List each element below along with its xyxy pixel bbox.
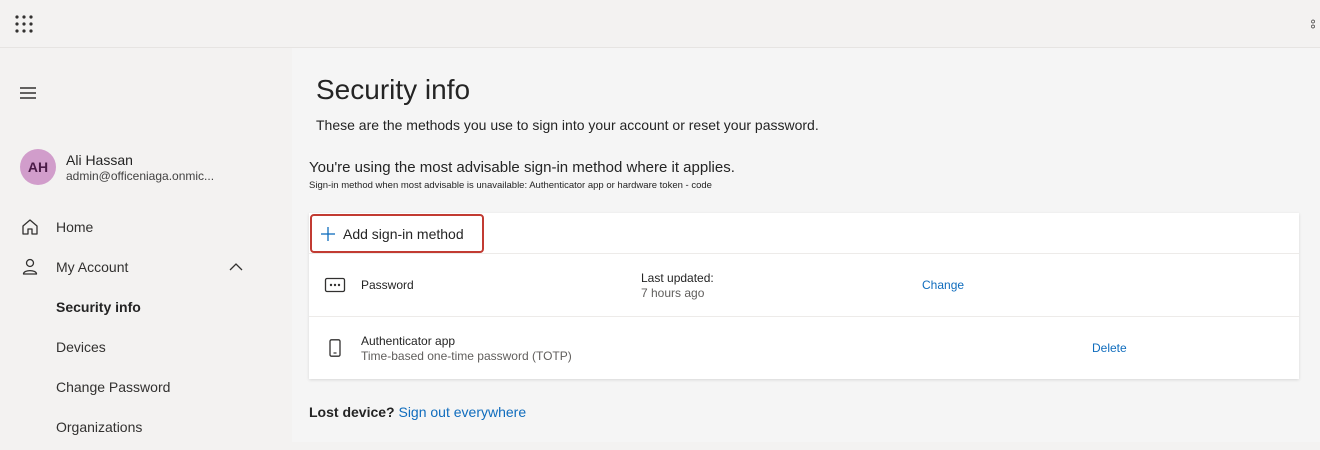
sidebar-item-my-account[interactable]: My Account — [0, 247, 292, 287]
chevron-up-icon[interactable] — [228, 259, 244, 275]
hamburger-icon[interactable] — [18, 84, 40, 102]
home-icon — [22, 219, 38, 235]
phone-icon — [329, 339, 341, 357]
change-password-link[interactable]: Change — [922, 278, 964, 292]
delete-authenticator-link[interactable]: Delete — [1092, 341, 1127, 355]
add-sign-in-method-button[interactable]: Add sign-in method — [310, 214, 484, 253]
method-detail: Time-based one-time password (TOTP) — [361, 349, 572, 363]
avatar: AH — [20, 149, 56, 185]
sidebar-item-label: Organizations — [56, 419, 143, 435]
last-updated-value: 7 hours ago — [641, 286, 705, 300]
sidebar-item-organizations[interactable]: Organizations — [0, 407, 292, 447]
password-dots-icon — [324, 277, 346, 293]
sidebar-item-label: Change Password — [56, 379, 171, 395]
methods-card: Add sign-in method Password Last updated… — [309, 213, 1299, 379]
top-bar — [0, 0, 1320, 48]
sidebar-item-devices[interactable]: Devices — [0, 327, 292, 367]
plus-icon — [321, 227, 335, 241]
add-method-label: Add sign-in method — [343, 226, 464, 242]
sidebar-item-label: Devices — [56, 339, 106, 355]
profile-name: Ali Hassan — [66, 152, 133, 168]
share-icon[interactable] — [1310, 15, 1320, 33]
person-icon — [22, 258, 38, 275]
sidebar-item-change-password[interactable]: Change Password — [0, 367, 292, 407]
sidebar-item-label: Home — [56, 219, 94, 235]
method-name: Password — [361, 278, 414, 292]
page-title: Security info — [316, 74, 471, 105]
advisable-message: You're using the most advisable sign-in … — [309, 159, 735, 176]
advisable-note: Sign-in method when most advisable is un… — [309, 180, 712, 191]
main-content: Security info These are the methods you … — [292, 48, 1320, 442]
lost-device-label: Lost device? — [309, 404, 395, 420]
method-name: Authenticator app — [361, 334, 456, 348]
lost-device-line: Lost device? Sign out everywhere — [309, 404, 526, 420]
last-updated-label: Last updated: — [641, 271, 714, 285]
sign-out-everywhere-link[interactable]: Sign out everywhere — [398, 404, 526, 420]
method-row-password: Password Last updated: 7 hours ago Chang… — [309, 253, 1299, 316]
method-row-authenticator: Authenticator app Time-based one-time pa… — [309, 316, 1299, 379]
profile-email: admin@officeniaga.onmic... — [66, 169, 215, 183]
sidebar-item-security-info[interactable]: Security info — [0, 287, 292, 327]
sidebar-item-label: My Account — [56, 259, 129, 275]
sidebar: AH Ali Hassan admin@officeniaga.onmic...… — [0, 48, 292, 450]
sidebar-item-home[interactable]: Home — [0, 207, 292, 247]
sidebar-item-label: Security info — [56, 299, 141, 315]
page-subtitle: These are the methods you use to sign in… — [316, 117, 819, 133]
user-profile: AH Ali Hassan admin@officeniaga.onmic... — [20, 149, 280, 185]
waffle-icon[interactable] — [14, 14, 34, 34]
